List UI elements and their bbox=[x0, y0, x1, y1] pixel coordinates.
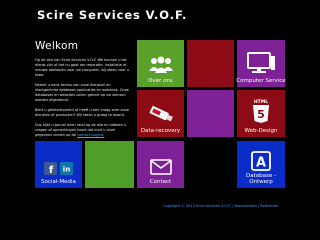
tile-label-social-media: Social-Media bbox=[41, 179, 76, 185]
database-badge-letter: A bbox=[256, 156, 266, 171]
linkedin-icon: in bbox=[60, 162, 73, 175]
tile-green-bottom[interactable] bbox=[85, 141, 134, 188]
tile-computer-service[interactable]: Computer Service bbox=[236, 40, 286, 87]
tile-label-contact: Contact bbox=[149, 179, 172, 185]
intro-paragraph-1: Op de site van Scire Services V.O.F. We … bbox=[35, 58, 130, 77]
tile-label-computer-service: Computer Service bbox=[236, 78, 286, 84]
tile-web-design[interactable]: HTML 5 Web-Design bbox=[237, 90, 285, 137]
tile-database[interactable]: A Database - Ontwerp bbox=[237, 141, 285, 188]
tile-purple-mid[interactable] bbox=[187, 90, 234, 137]
usb-stick-icon bbox=[148, 104, 174, 124]
intro-text: Op de site van Scire Services V.O.F. We … bbox=[35, 58, 131, 143]
html5-top-text: HTML bbox=[254, 99, 268, 105]
tile-over-ons[interactable]: Over ons bbox=[137, 40, 184, 87]
group-icon bbox=[148, 56, 174, 74]
welcome-heading: Welkom bbox=[35, 40, 79, 52]
intro-paragraph-4: Dus kijkt u gerust even rond op de site … bbox=[35, 123, 131, 138]
html5-icon: HTML 5 bbox=[250, 98, 272, 124]
intro-paragraph-3: Bent u geïnteresseerd of heeft u een vra… bbox=[35, 108, 129, 117]
svg-text:in: in bbox=[63, 166, 70, 174]
footer-copyright: Copyright © 2013 Scire services V.O.F. |… bbox=[163, 204, 279, 208]
mail-icon bbox=[149, 159, 172, 175]
site-title: Scire Services V.O.F. bbox=[37, 8, 188, 22]
tile-red-top[interactable] bbox=[187, 40, 234, 87]
contact-page-link[interactable]: contact pagina. bbox=[77, 133, 104, 137]
facebook-linkedin-icon: f in bbox=[44, 162, 73, 175]
tile-label-database: Database - Ontwerp bbox=[246, 173, 276, 185]
tile-label-web-design: Web-Design bbox=[244, 128, 278, 134]
html5-number: 5 bbox=[257, 108, 265, 121]
facebook-icon: f bbox=[44, 162, 57, 175]
database-app-icon: A bbox=[251, 151, 271, 171]
tile-data-recovery[interactable]: Data-recovery bbox=[137, 90, 184, 137]
tile-social-media[interactable]: f in Social-Media bbox=[35, 141, 82, 188]
computer-icon bbox=[246, 52, 276, 74]
tile-label-over-ons: Over ons bbox=[148, 78, 173, 84]
svg-text:f: f bbox=[49, 165, 54, 175]
tile-label-data-recovery: Data-recovery bbox=[140, 128, 181, 134]
intro-paragraph-2: Neemt u eens kennis van onze diensten en… bbox=[35, 83, 129, 102]
tile-contact[interactable]: Contact bbox=[137, 141, 184, 188]
